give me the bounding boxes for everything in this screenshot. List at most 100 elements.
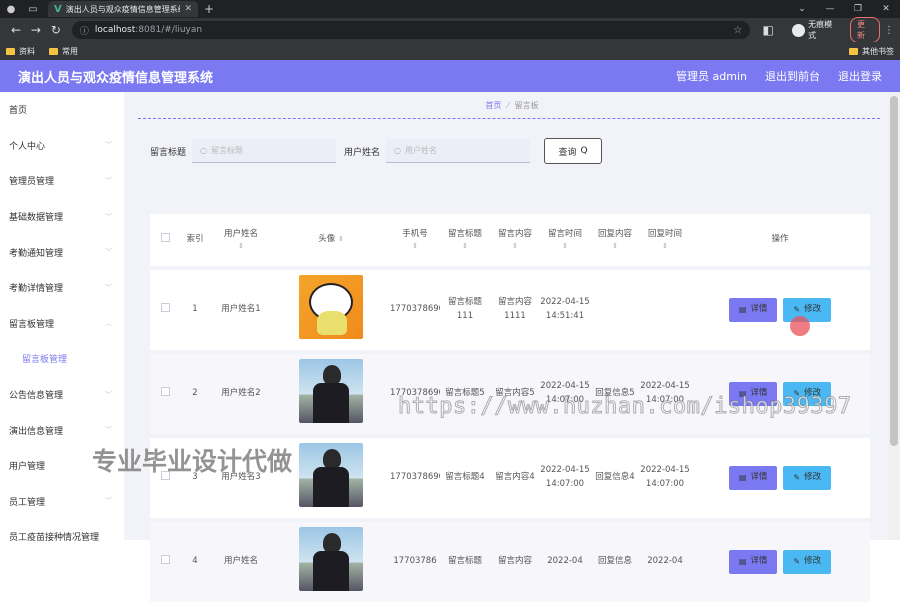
sort-icon[interactable]: ⇕ — [390, 241, 440, 252]
app-header: 演出人员与观众疫情信息管理系统 管理员 admin 退出到前台 退出登录 — [0, 60, 900, 92]
sort-icon[interactable]: ⇕ — [440, 241, 490, 252]
close-window-icon[interactable]: ✕ — [872, 4, 900, 14]
sidebar-item-attendance-detail[interactable]: 考勤详情管理 ﹀ — [0, 270, 124, 306]
edit-button[interactable]: ✎ 修改 — [783, 466, 832, 490]
restore-icon[interactable]: ❐ — [844, 4, 872, 14]
sidebar-subitem-messageboard[interactable]: 留言板管理 — [0, 341, 124, 377]
avatar-image[interactable] — [299, 275, 363, 340]
back-icon[interactable]: ← — [6, 23, 26, 37]
edit-button-label: 修改 — [804, 556, 822, 567]
detail-button[interactable]: ▤ 详情 — [728, 550, 778, 574]
logout-link[interactable]: 退出登录 — [838, 68, 882, 84]
chevron-down-icon[interactable]: ⌄ — [788, 4, 816, 14]
cell-msg-time: 2022-04 — [547, 556, 583, 567]
github-icon[interactable]: ● — [0, 4, 22, 15]
header-msg-title[interactable]: 留言标题 ⇕ — [440, 228, 490, 253]
page-scrollbar[interactable] — [888, 92, 900, 540]
title-search-input[interactable]: ○ 留言标题 — [192, 139, 337, 163]
sidebar-item-label: 用户管理 — [9, 462, 46, 473]
url-path: :8081/#/liuyan — [135, 25, 203, 35]
header-msg-time[interactable]: 留言时间 ⇕ — [540, 228, 590, 253]
cell-msg-title: 留言标题4 — [445, 472, 485, 483]
mouse-cursor-highlight — [790, 316, 810, 336]
edit-button[interactable]: ✎ 修改 — [783, 550, 832, 574]
header-phone[interactable]: 手机号 ⇕ — [390, 228, 440, 253]
header-name[interactable]: 用户姓名 ⇕ — [210, 228, 272, 253]
sort-icon[interactable]: ⇕ — [590, 241, 640, 252]
cell-index: 1 — [192, 304, 198, 315]
sidepanel-icon[interactable]: ◧ — [758, 23, 778, 37]
edit-button-label: 修改 — [804, 472, 822, 483]
sidebar-item-vaccination[interactable]: 员工疫苗接种情况管理 — [0, 519, 124, 555]
edit-button-label: 修改 — [804, 304, 822, 315]
header-msg-content[interactable]: 留言内容 ⇕ — [490, 228, 540, 253]
scrollbar-thumb[interactable] — [890, 96, 898, 446]
sidebar-item-home[interactable]: 首页 — [0, 92, 124, 128]
sort-icon[interactable]: ⇕ — [338, 235, 344, 243]
front-link[interactable]: 退出到前台 — [765, 68, 820, 84]
name-search-input[interactable]: ○ 用户姓名 — [386, 139, 531, 163]
incognito-label: 无痕模式 — [808, 20, 833, 40]
document-icon: ▤ — [738, 556, 747, 566]
incognito-icon — [792, 23, 806, 37]
table-row[interactable]: 4 用户姓名 17703786 留言标题 留言内容 2022-04 回复信息 2… — [150, 522, 870, 602]
query-button[interactable]: 查询 Q — [544, 138, 603, 164]
header-label: 头像 — [318, 234, 336, 245]
header-avatar[interactable]: 头像 ⇕ — [272, 233, 390, 247]
select-all-checkbox[interactable] — [160, 232, 170, 242]
sort-icon[interactable]: ⇕ — [640, 241, 690, 252]
info-icon[interactable]: ⓘ — [80, 24, 89, 37]
chevron-down-icon: ﹀ — [105, 176, 112, 185]
reload-icon[interactable]: ↻ — [46, 23, 66, 37]
row-checkbox[interactable] — [160, 386, 170, 396]
sort-icon[interactable]: ⇕ — [490, 241, 540, 252]
bookmark-folder[interactable]: 资料 — [6, 46, 35, 57]
row-checkbox[interactable] — [160, 554, 170, 564]
header-reply-content[interactable]: 回复内容 ⇕ — [590, 228, 640, 253]
title-search-placeholder: 留言标题 — [211, 146, 243, 155]
row-checkbox[interactable] — [160, 302, 170, 312]
chevron-down-icon: ﹀ — [105, 426, 112, 435]
cell-reply-content: 回复信息 — [597, 556, 632, 567]
avatar-image[interactable] — [299, 443, 363, 508]
table-row[interactable]: 1 用户姓名1 17703786901 留言标题111 留言内容1111 202… — [150, 270, 870, 350]
bookmark-star-icon[interactable]: ☆ — [733, 25, 742, 36]
sidebar-item-label: 留言板管理 — [9, 319, 55, 330]
close-tab-icon[interactable]: ✕ — [184, 4, 192, 14]
update-button[interactable]: 更新 — [850, 17, 880, 43]
header-reply-time[interactable]: 回复时间 ⇕ — [640, 228, 690, 253]
tab-strip-icon[interactable]: ▭ — [22, 4, 44, 15]
cell-msg-title: 留言标题111 — [447, 297, 482, 321]
breadcrumb: 首页 ⁄ 留言板 — [124, 92, 900, 118]
chevron-down-icon: ﹀ — [105, 283, 112, 292]
pencil-icon: ✎ — [793, 304, 801, 314]
breadcrumb-separator-icon: ⁄ — [507, 100, 509, 110]
forward-icon[interactable]: → — [26, 23, 46, 37]
url-input[interactable]: ⓘ localhost :8081/#/liuyan ☆ — [71, 21, 751, 39]
new-tab-icon[interactable]: + — [204, 2, 214, 16]
sort-icon[interactable]: ⇕ — [540, 241, 590, 252]
detail-button[interactable]: ▤ 详情 — [728, 466, 778, 490]
vue-logo-icon: V — [54, 3, 62, 15]
avatar-image[interactable] — [299, 359, 363, 424]
divider — [138, 118, 880, 119]
detail-button[interactable]: ▤ 详情 — [728, 298, 778, 322]
bookmark-folder[interactable]: 常用 — [49, 46, 78, 57]
more-menu-icon[interactable]: ⋮ — [884, 25, 894, 36]
sort-icon[interactable]: ⇕ — [210, 241, 272, 252]
sidebar-item-staff[interactable]: 员工管理 ﹀ — [0, 484, 124, 520]
minimize-icon[interactable]: — — [816, 4, 844, 14]
other-bookmarks[interactable]: 其他书签 — [849, 46, 894, 57]
sidebar-item-admins[interactable]: 管理员管理 ﹀ — [0, 163, 124, 199]
sidebar-item-attendance-notice[interactable]: 考勤通知管理 ﹀ — [0, 234, 124, 270]
avatar-image[interactable] — [299, 527, 363, 592]
breadcrumb-home[interactable]: 首页 — [485, 100, 501, 111]
sidebar-item-notice[interactable]: 公告信息管理 ﹀ — [0, 377, 124, 413]
incognito-indicator[interactable]: 无痕模式 — [792, 19, 840, 41]
cell-msg-title: 留言标题 — [447, 556, 482, 567]
browser-tab[interactable]: V 演出人员与观众疫情信息管理系统 ✕ — [48, 1, 198, 17]
sidebar-item-messageboard[interactable]: 留言板管理 ︿ — [0, 306, 124, 342]
sidebar-item-label: 员工疫苗接种情况管理 — [9, 533, 100, 544]
sidebar-item-profile[interactable]: 个人中心 ﹀ — [0, 128, 124, 164]
sidebar-item-basic-data[interactable]: 基础数据管理 ﹀ — [0, 199, 124, 235]
